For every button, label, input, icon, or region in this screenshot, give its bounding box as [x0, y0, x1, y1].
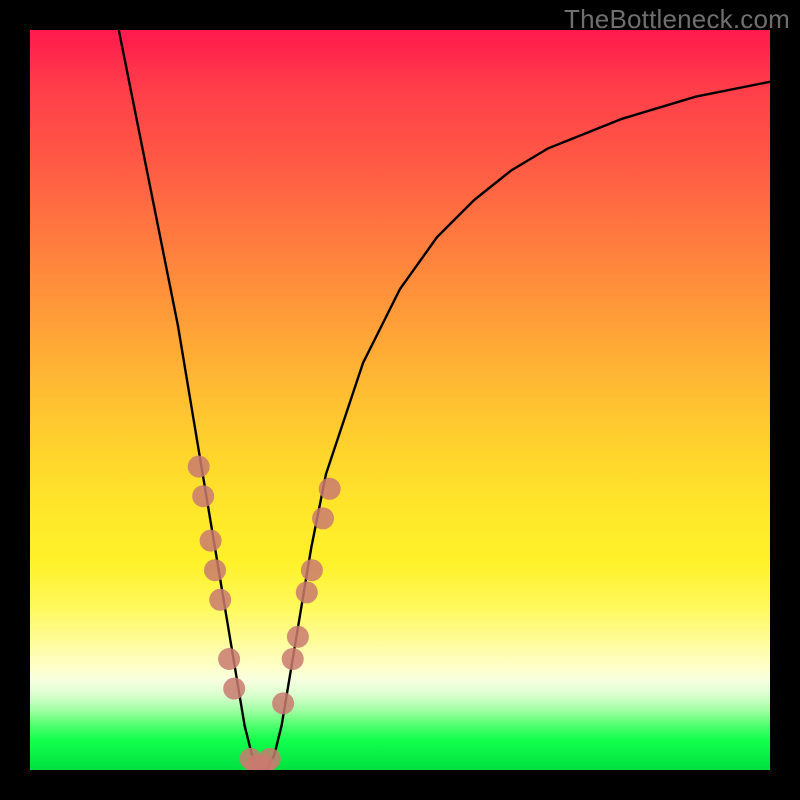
- bottleneck-curve-path: [119, 30, 770, 770]
- bead-point: [218, 648, 240, 670]
- watermark-text: TheBottleneck.com: [564, 4, 790, 35]
- chart-canvas: [30, 30, 770, 770]
- bead-point: [259, 748, 281, 770]
- bead-point: [209, 589, 231, 611]
- bead-point: [287, 626, 309, 648]
- bead-point: [312, 507, 334, 529]
- bead-point: [188, 456, 210, 478]
- bead-point: [319, 478, 341, 500]
- bottleneck-chart-svg: [30, 30, 770, 770]
- bead-point: [204, 559, 226, 581]
- bead-point: [282, 648, 304, 670]
- bead-point: [272, 692, 294, 714]
- bead-point: [296, 581, 318, 603]
- bead-point: [192, 485, 214, 507]
- beads-group: [188, 456, 341, 770]
- bead-point: [223, 678, 245, 700]
- bead-point: [200, 530, 222, 552]
- bead-point: [301, 559, 323, 581]
